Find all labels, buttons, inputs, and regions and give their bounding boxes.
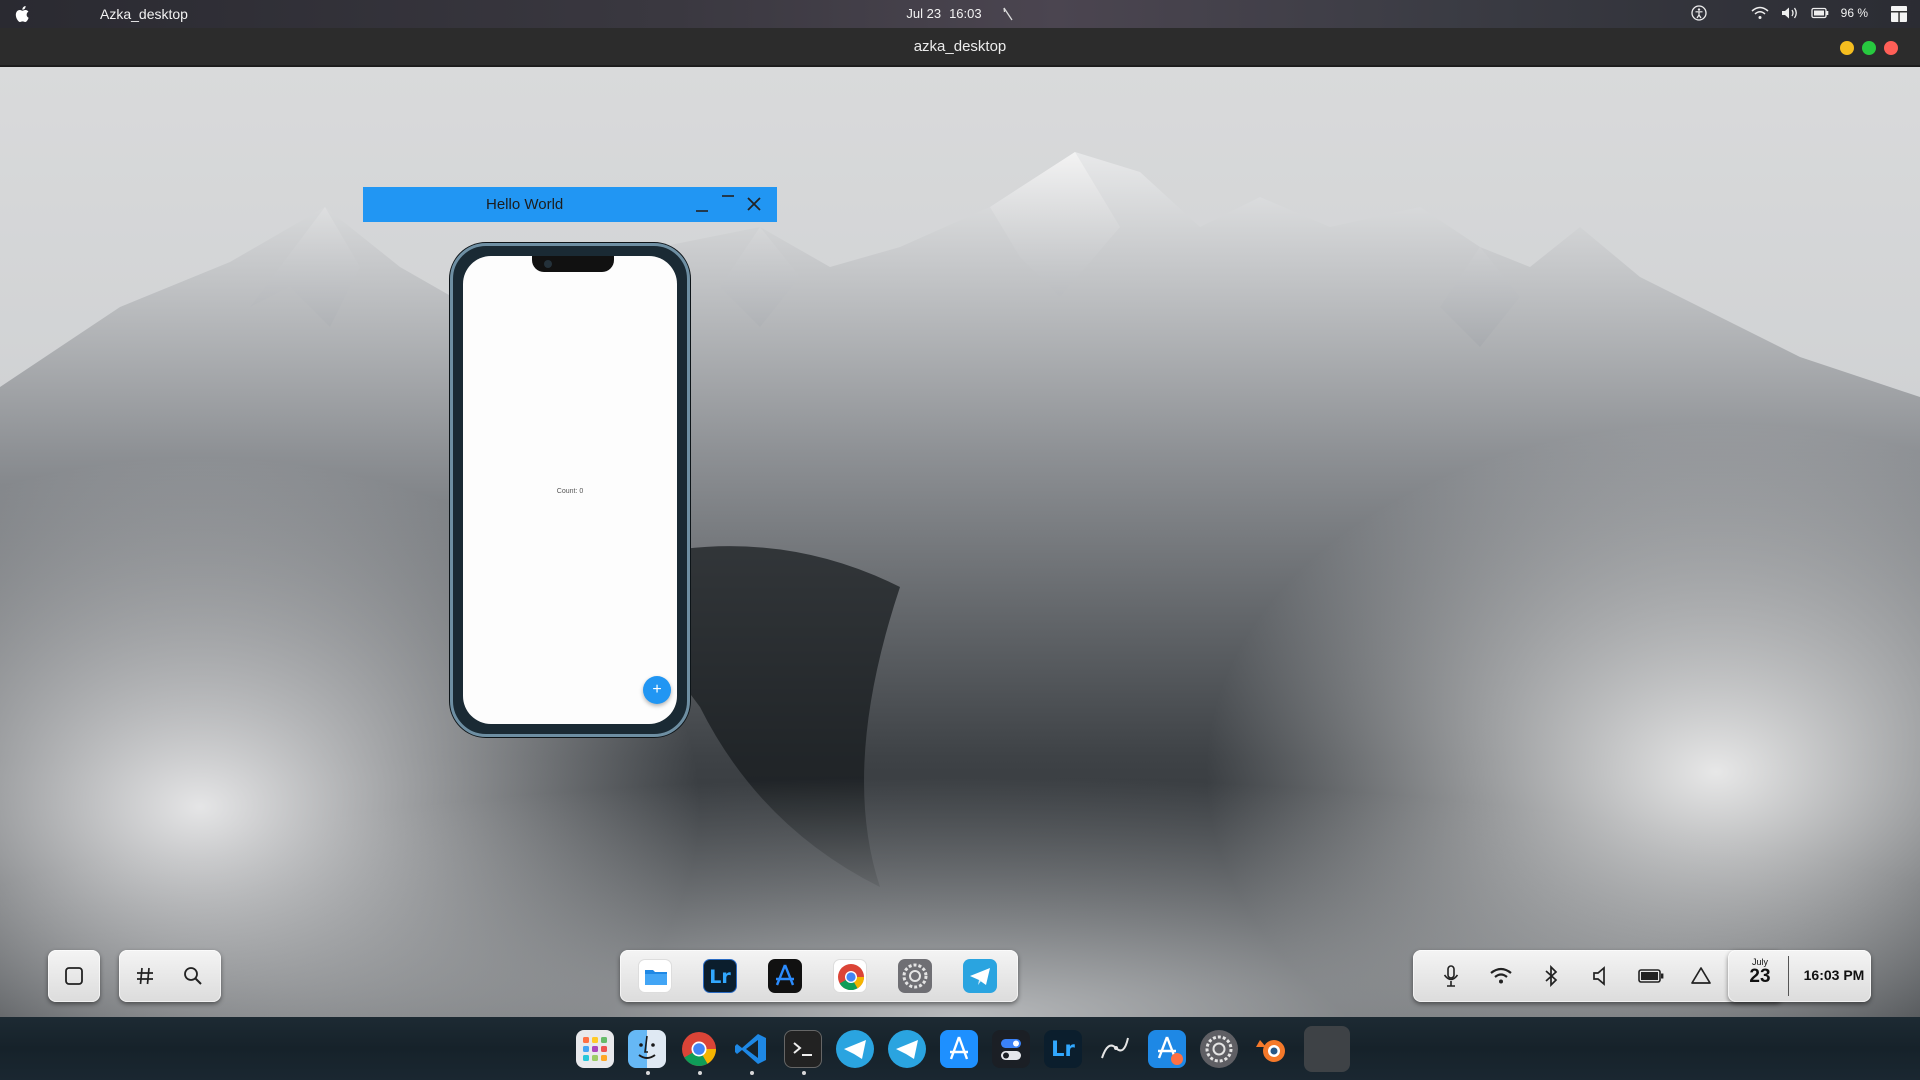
stylus-icon bbox=[1003, 7, 1013, 20]
telegram-desktop-icon[interactable] bbox=[888, 1030, 926, 1068]
battery-icon[interactable] bbox=[1637, 962, 1665, 990]
battery-tray-icon[interactable] bbox=[1810, 7, 1829, 19]
system-tray: 96 % bbox=[1690, 5, 1868, 21]
datetime-pill[interactable]: July 23 16:03 PM bbox=[1728, 950, 1871, 1002]
window-controls bbox=[1840, 41, 1898, 55]
counter-text: Count: 0 bbox=[556, 488, 584, 495]
time-label: 16:03 PM bbox=[1803, 967, 1865, 983]
window-title: azka_desktop bbox=[913, 38, 1007, 55]
date-block: July 23 bbox=[1740, 957, 1780, 987]
tools-pill bbox=[119, 950, 221, 1002]
bluetooth-icon[interactable] bbox=[1537, 962, 1565, 990]
wifi-icon[interactable] bbox=[1487, 962, 1515, 990]
clock-date: Jul 23 bbox=[906, 6, 942, 21]
lightroom-icon[interactable]: Lr bbox=[1044, 1030, 1082, 1068]
system-top-bar: Azka_desktop Jul 23 16:03 96 % bbox=[0, 0, 1920, 28]
blender-icon[interactable] bbox=[1252, 1030, 1290, 1068]
battery-percent: 96 % bbox=[1840, 6, 1868, 20]
pen-icon[interactable] bbox=[1096, 1030, 1134, 1068]
hash-icon[interactable] bbox=[131, 962, 159, 990]
folder-icon[interactable] bbox=[638, 959, 672, 993]
date-divider bbox=[1788, 956, 1789, 996]
overview-pill bbox=[48, 950, 100, 1002]
software-store-icon[interactable] bbox=[1148, 1030, 1186, 1068]
layout-switcher-icon[interactable] bbox=[1890, 5, 1908, 23]
volume-icon[interactable] bbox=[1587, 962, 1615, 990]
window-title-bar[interactable]: azka_desktop bbox=[0, 28, 1920, 66]
hello-world-titlebar[interactable]: Hello World bbox=[363, 187, 777, 222]
running-indicator bbox=[698, 1071, 702, 1075]
lightroom-icon[interactable]: Lr bbox=[703, 959, 737, 993]
minimize-button[interactable] bbox=[1840, 41, 1854, 55]
settings-icon[interactable] bbox=[898, 959, 932, 993]
vscode-icon[interactable] bbox=[732, 1030, 770, 1068]
maximize-button[interactable] bbox=[1862, 41, 1876, 55]
maximize-icon[interactable] bbox=[715, 191, 741, 217]
wifi-tray-icon[interactable] bbox=[1751, 6, 1769, 20]
running-indicator bbox=[802, 1071, 806, 1075]
phone-frame: Count: 0 + bbox=[450, 243, 690, 737]
telegram-icon[interactable] bbox=[836, 1030, 874, 1068]
app-dock-pill: Lr bbox=[620, 950, 1018, 1002]
chrome-icon[interactable] bbox=[680, 1030, 718, 1068]
close-icon[interactable] bbox=[741, 191, 767, 217]
settings-icon[interactable] bbox=[1200, 1030, 1238, 1068]
volume-tray-icon[interactable] bbox=[1781, 6, 1799, 20]
running-indicator bbox=[750, 1071, 754, 1075]
toggle-icon[interactable] bbox=[992, 1030, 1030, 1068]
close-button[interactable] bbox=[1884, 41, 1898, 55]
microphone-icon[interactable] bbox=[1437, 962, 1465, 990]
date-day: 23 bbox=[1749, 966, 1771, 987]
increment-button[interactable]: + bbox=[643, 676, 671, 704]
desktop-wallpaper: Hello World Count: 0 + Lr July 23 16:03 … bbox=[0, 67, 1920, 1017]
terminal-icon[interactable] bbox=[784, 1030, 822, 1068]
phone-screen: Count: 0 + bbox=[463, 256, 677, 724]
finder-icon[interactable] bbox=[628, 1030, 666, 1068]
appstore-icon[interactable] bbox=[940, 1030, 978, 1068]
appstore-icon[interactable] bbox=[768, 959, 802, 993]
accessibility-icon[interactable] bbox=[1690, 5, 1707, 21]
blank-app-icon[interactable] bbox=[1304, 1026, 1350, 1072]
telegram-icon[interactable] bbox=[963, 959, 997, 993]
phone-notch bbox=[532, 256, 614, 272]
launchpad-icon[interactable] bbox=[576, 1030, 614, 1068]
running-indicator bbox=[646, 1071, 650, 1075]
square-icon[interactable] bbox=[60, 962, 88, 990]
clock[interactable]: Jul 23 16:03 bbox=[0, 6, 1920, 21]
chrome-icon[interactable] bbox=[833, 959, 867, 993]
bottom-dock: Lr bbox=[0, 1017, 1920, 1080]
clock-time: 16:03 bbox=[949, 6, 982, 21]
mountain-wallpaper bbox=[0, 152, 1920, 1017]
search-icon[interactable] bbox=[179, 962, 207, 990]
hello-world-title: Hello World bbox=[486, 196, 564, 213]
minimize-icon[interactable] bbox=[689, 191, 715, 217]
camera-icon bbox=[544, 260, 552, 268]
notification-icon[interactable] bbox=[1687, 962, 1715, 990]
